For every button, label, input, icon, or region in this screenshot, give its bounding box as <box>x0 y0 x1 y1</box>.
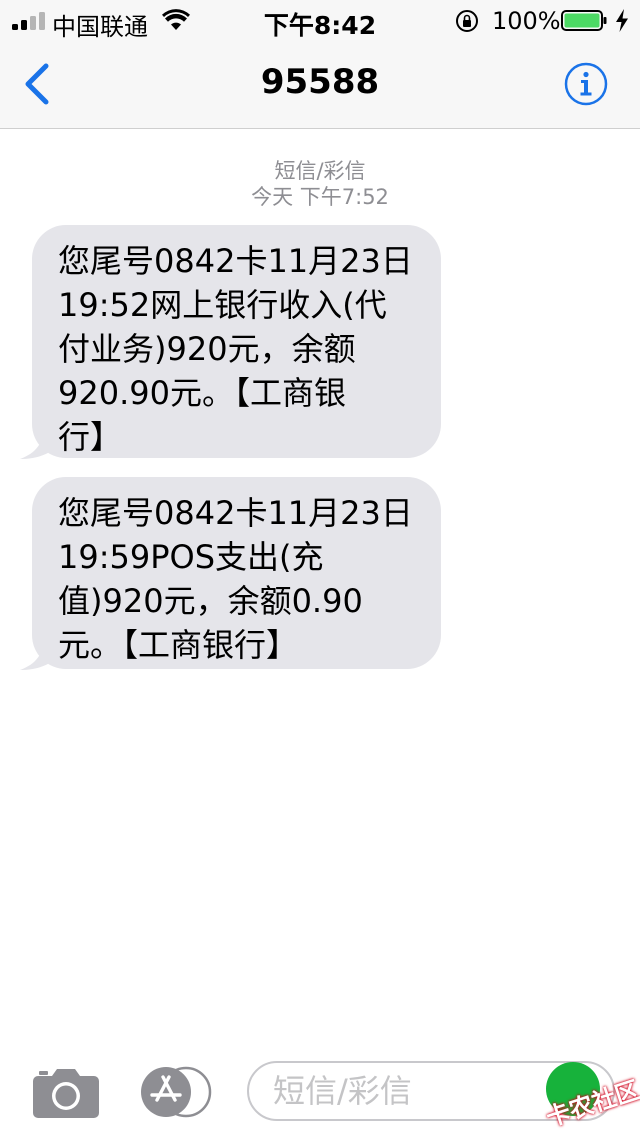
app-store-button[interactable] <box>140 1066 212 1118</box>
status-bar: 中国联通 下午8:42 100% <box>0 0 640 41</box>
charging-bolt-icon <box>616 9 628 32</box>
messages-screen: 中国联通 下午8:42 100% 95588 短信/彩信 今天 下午7:52 您… <box>0 0 640 1136</box>
conversation-header: 95588 <box>0 40 640 129</box>
message-timestamp: 今天 下午7:52 <box>251 185 389 209</box>
message-bubble[interactable]: 您尾号0842卡11月23日 19:52网上银行收入(代 付业务)920元，余额… <box>32 225 441 458</box>
message-bubble[interactable]: 您尾号0842卡11月23日 19:59POS支出(充 值)920元，余额0.9… <box>32 477 441 669</box>
watermark-logo: 卡农社区 <box>540 1062 640 1132</box>
info-button[interactable] <box>564 62 608 106</box>
battery-percent: 100% <box>492 7 561 35</box>
contact-title: 95588 <box>260 62 380 102</box>
battery-icon <box>561 10 607 31</box>
rotation-lock-icon <box>456 10 478 32</box>
camera-button[interactable] <box>32 1066 100 1118</box>
